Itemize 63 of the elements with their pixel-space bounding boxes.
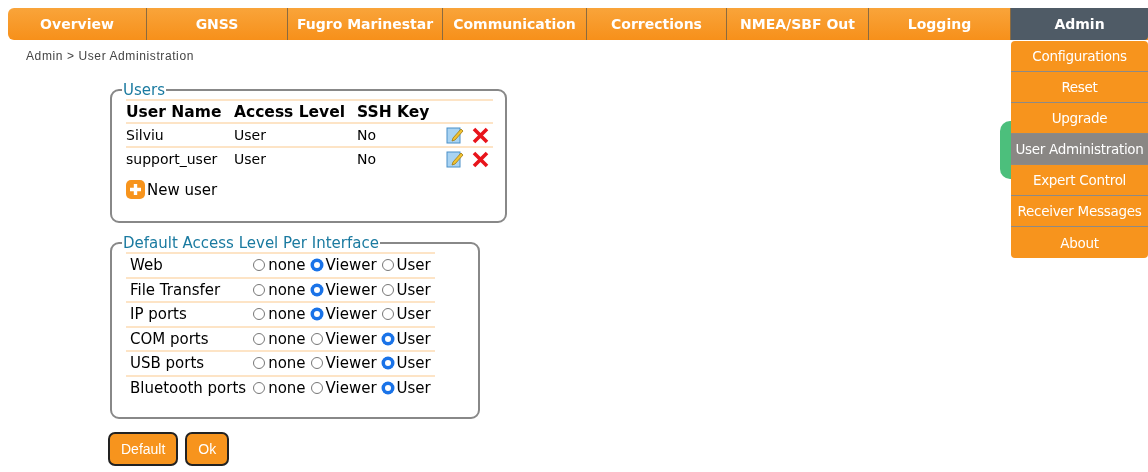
nav-tab[interactable]: NMEA/SBF Out: [727, 8, 869, 40]
radio-button[interactable]: [381, 382, 394, 395]
radio-label: Viewer: [325, 379, 377, 398]
delete-icon[interactable]: [472, 150, 489, 168]
radio-button[interactable]: [310, 283, 323, 296]
menu-item[interactable]: Expert Control: [1011, 165, 1148, 196]
table-cell: support_user: [126, 147, 234, 170]
nav-tab[interactable]: Communication: [443, 8, 587, 40]
column-header: Access Level: [234, 100, 357, 123]
table-cell: No: [357, 147, 442, 170]
add-icon[interactable]: [126, 180, 145, 199]
radio-label: Viewer: [325, 329, 377, 348]
interface-label: Web: [126, 253, 253, 278]
radio-button[interactable]: [310, 259, 323, 272]
radio-label: Viewer: [325, 256, 377, 275]
menu-item[interactable]: About: [1011, 227, 1148, 258]
interface-label: COM ports: [126, 326, 253, 351]
panel-title: Users: [122, 81, 166, 99]
radio-label: User: [396, 329, 431, 348]
radio-label: Viewer: [325, 305, 377, 324]
radio-label: User: [396, 280, 431, 299]
interface-label: IP ports: [126, 302, 253, 327]
nav-tab[interactable]: Overview: [8, 8, 147, 40]
panel-title: Default Access Level Per Interface: [122, 234, 380, 252]
table-cell: No: [357, 123, 442, 147]
edit-icon[interactable]: [446, 150, 464, 168]
radio-label: none: [268, 305, 306, 324]
interface-label: File Transfer: [126, 277, 253, 302]
radio-button[interactable]: [381, 357, 394, 370]
radio-label: User: [396, 256, 431, 275]
menu-item[interactable]: User Administration: [1011, 134, 1148, 165]
nav-tab[interactable]: Corrections: [587, 8, 727, 40]
radio-label: none: [268, 329, 306, 348]
radio-label: User: [396, 379, 431, 398]
radio-label: none: [268, 256, 306, 275]
action-button[interactable]: Default: [108, 432, 179, 466]
new-user-link[interactable]: New user: [147, 180, 218, 199]
radio-label: none: [268, 354, 306, 373]
table-cell: User: [234, 147, 357, 170]
radio-label: User: [396, 354, 431, 373]
radio-button[interactable]: [381, 332, 394, 345]
menu-item[interactable]: Reset: [1011, 72, 1148, 103]
radio-label: none: [268, 280, 306, 299]
nav-tab[interactable]: Fugro Marinestar: [288, 8, 443, 40]
radio-button[interactable]: [310, 308, 323, 321]
column-header: SSH Key: [357, 100, 442, 123]
column-header: User Name: [126, 100, 234, 123]
menu-item[interactable]: Receiver Messages: [1011, 196, 1148, 227]
action-button[interactable]: Ok: [185, 432, 230, 466]
table-cell: Silviu: [126, 123, 234, 147]
table-cell: User: [234, 123, 357, 147]
radio-label: User: [396, 305, 431, 324]
interface-label: USB ports: [126, 351, 253, 376]
radio-label: Viewer: [325, 280, 377, 299]
breadcrumb: Admin > User Administration: [26, 49, 194, 63]
interface-label: Bluetooth ports: [126, 375, 253, 400]
delete-icon[interactable]: [472, 126, 489, 144]
radio-label: Viewer: [325, 354, 377, 373]
edit-icon[interactable]: [446, 126, 464, 144]
nav-tab[interactable]: GNSS: [147, 8, 288, 40]
nav-tab[interactable]: Admin: [1011, 8, 1148, 40]
radio-label: none: [268, 379, 306, 398]
menu-item[interactable]: Configurations: [1011, 41, 1148, 72]
